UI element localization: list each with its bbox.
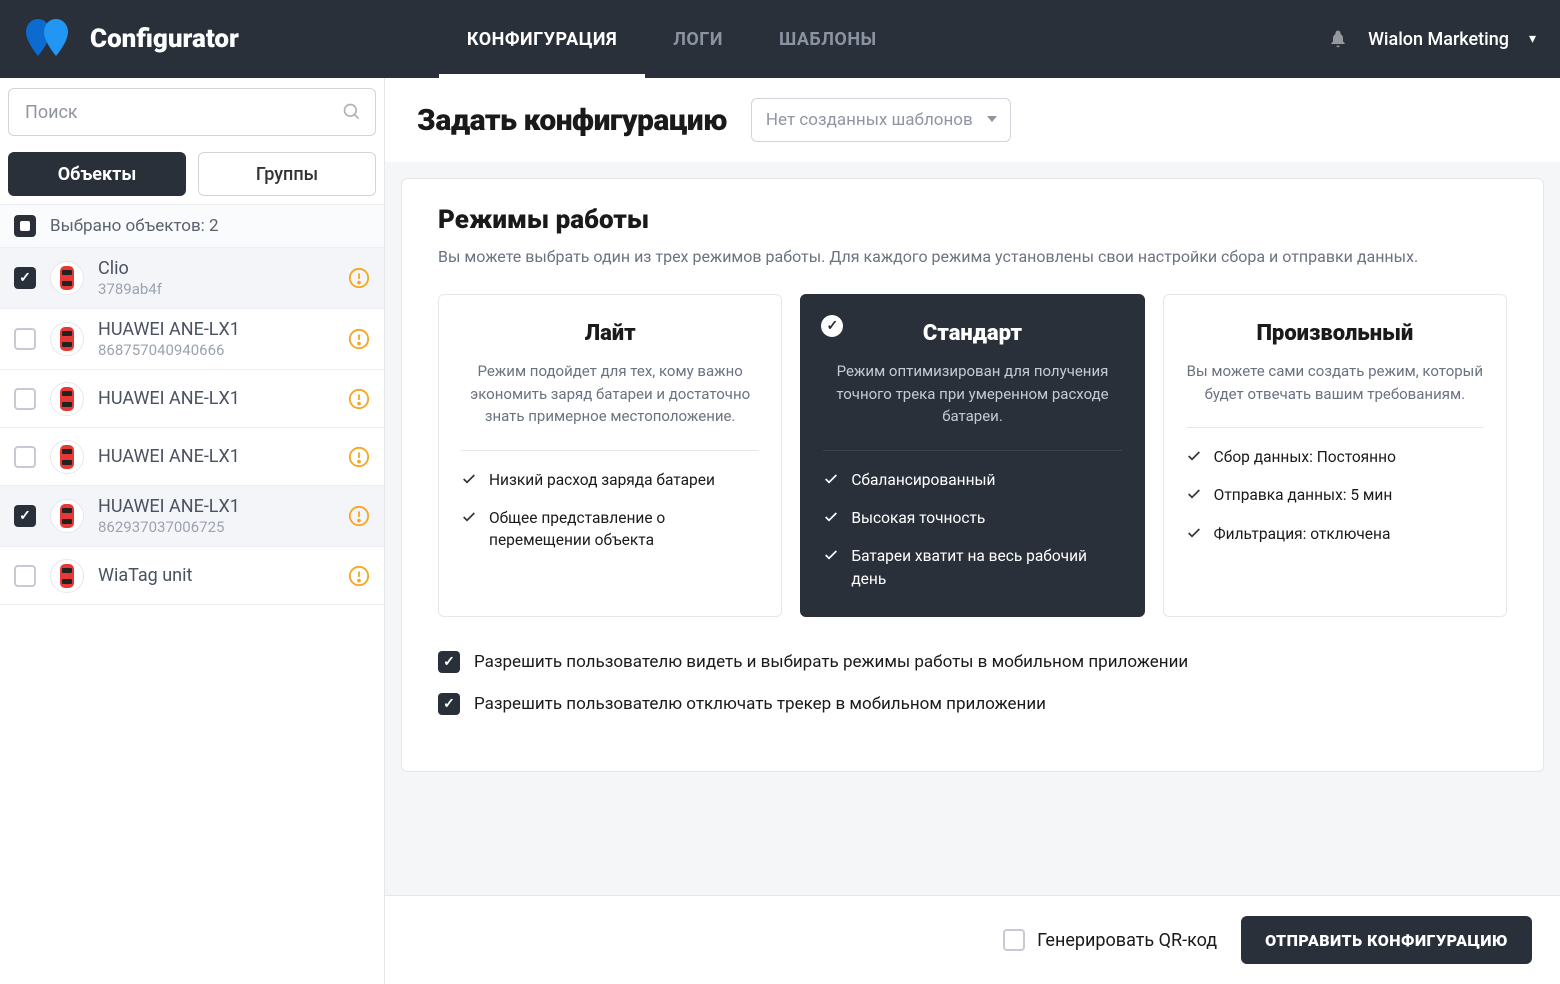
- sidebar: Объекты Группы Выбрано объектов: 2 Clio3…: [0, 78, 385, 984]
- car-icon: [50, 322, 84, 356]
- object-checkbox[interactable]: [14, 328, 36, 350]
- user-name[interactable]: Wialon Marketing: [1368, 29, 1509, 50]
- warning-icon: [348, 505, 370, 527]
- object-info: HUAWEI ANE-LX1868757040940666: [98, 319, 334, 359]
- modes-title: Режимы работы: [438, 205, 1507, 235]
- tab-objects[interactable]: Объекты: [8, 152, 186, 196]
- warning-icon: [348, 328, 370, 350]
- nav-tab-logs[interactable]: ЛОГИ: [645, 0, 751, 78]
- search-input[interactable]: [8, 88, 376, 136]
- object-checkbox[interactable]: [14, 446, 36, 468]
- send-config-button[interactable]: ОТПРАВИТЬ КОНФИГУРАЦИЮ: [1241, 916, 1532, 964]
- brand-name: Configurator: [90, 24, 239, 54]
- mode-card[interactable]: Произвольный Вы можете сами создать режим…: [1163, 294, 1507, 617]
- mode-description: Режим подойдет для тех, кому важно эконо…: [461, 360, 759, 451]
- warning-icon: [348, 446, 370, 468]
- select-all-checkbox[interactable]: [14, 215, 36, 237]
- nav-tab-templates[interactable]: ШАБЛОНЫ: [751, 0, 905, 78]
- object-info: HUAWEI ANE-LX1862937037006725: [98, 496, 334, 536]
- object-checkbox[interactable]: [14, 267, 36, 289]
- car-icon: [50, 499, 84, 533]
- permission-label: Разрешить пользователю отключать трекер …: [474, 694, 1046, 714]
- topbar: Configurator КОНФИГУРАЦИЯ ЛОГИ ШАБЛОНЫ W…: [0, 0, 1560, 78]
- warning-icon: [348, 388, 370, 410]
- object-name: Clio: [98, 258, 334, 279]
- mode-card[interactable]: Лайт Режим подойдет для тех, кому важно э…: [438, 294, 782, 617]
- mode-feature: Общее представление о перемещении объект…: [461, 507, 759, 552]
- object-name: HUAWEI ANE-LX1: [98, 496, 334, 517]
- object-row[interactable]: WiaTag unit: [0, 547, 384, 605]
- mode-feature: Батареи хватит на весь рабочий день: [823, 545, 1121, 590]
- object-row[interactable]: HUAWEI ANE-LX1868757040940666: [0, 309, 384, 370]
- object-info: WiaTag unit: [98, 565, 334, 586]
- object-id: 862937037006725: [98, 518, 334, 536]
- object-name: HUAWEI ANE-LX1: [98, 446, 334, 467]
- footer: Генерировать QR-код ОТПРАВИТЬ КОНФИГУРАЦ…: [385, 895, 1560, 984]
- selected-count: Выбрано объектов: 2: [50, 216, 219, 236]
- object-name: WiaTag unit: [98, 565, 334, 586]
- template-select[interactable]: Нет созданных шаблонов: [751, 98, 1011, 142]
- object-checkbox[interactable]: [14, 505, 36, 527]
- main-header: Задать конфигурацию Нет созданных шаблон…: [385, 78, 1560, 162]
- modes-row: Лайт Режим подойдет для тех, кому важно э…: [438, 294, 1507, 617]
- warning-icon: [348, 267, 370, 289]
- object-info: HUAWEI ANE-LX1: [98, 388, 334, 409]
- object-list: Clio3789ab4fHUAWEI ANE-LX186875704094066…: [0, 248, 384, 984]
- qr-label: Генерировать QR-код: [1037, 930, 1217, 951]
- main-panel: Задать конфигурацию Нет созданных шаблон…: [385, 78, 1560, 984]
- notifications-icon[interactable]: [1328, 29, 1348, 49]
- permissions: Разрешить пользователю видеть и выбирать…: [438, 651, 1507, 715]
- permission-label: Разрешить пользователю видеть и выбирать…: [474, 652, 1188, 672]
- object-name: HUAWEI ANE-LX1: [98, 388, 334, 409]
- main-nav: КОНФИГУРАЦИЯ ЛОГИ ШАБЛОНЫ: [439, 0, 905, 78]
- object-name: HUAWEI ANE-LX1: [98, 319, 334, 340]
- logo-icon: [24, 14, 74, 64]
- mode-feature: Фильтрация: отключена: [1186, 523, 1484, 545]
- search-icon: [342, 102, 362, 122]
- object-row[interactable]: Clio3789ab4f: [0, 248, 384, 309]
- car-icon: [50, 261, 84, 295]
- mode-feature: Сбор данных: Постоянно: [1186, 446, 1484, 468]
- permission-row: Разрешить пользователю отключать трекер …: [438, 693, 1507, 715]
- object-info: HUAWEI ANE-LX1: [98, 446, 334, 467]
- nav-tab-config[interactable]: КОНФИГУРАЦИЯ: [439, 0, 645, 78]
- mode-feature: Сбалансированный: [823, 469, 1121, 491]
- car-icon: [50, 382, 84, 416]
- mode-title: Лайт: [461, 321, 759, 346]
- mode-feature: Высокая точность: [823, 507, 1121, 529]
- object-checkbox[interactable]: [14, 565, 36, 587]
- object-info: Clio3789ab4f: [98, 258, 334, 298]
- qr-toggle[interactable]: Генерировать QR-код: [1003, 929, 1217, 951]
- permission-checkbox[interactable]: [438, 651, 460, 673]
- car-icon: [50, 440, 84, 474]
- user-area: Wialon Marketing ▾: [1328, 29, 1536, 50]
- mode-card[interactable]: Стандарт Режим оптимизирован для получени…: [800, 294, 1144, 617]
- mode-description: Вы можете сами создать режим, который бу…: [1186, 360, 1484, 428]
- warning-icon: [348, 565, 370, 587]
- object-checkbox[interactable]: [14, 388, 36, 410]
- modes-card: Режимы работы Вы можете выбрать один из …: [401, 178, 1544, 772]
- user-menu-chevron-icon[interactable]: ▾: [1529, 31, 1536, 47]
- mode-feature: Низкий расход заряда батареи: [461, 469, 759, 491]
- object-row[interactable]: HUAWEI ANE-LX1: [0, 370, 384, 428]
- mode-title: Произвольный: [1186, 321, 1484, 346]
- mode-title: Стандарт: [823, 321, 1121, 346]
- mode-feature: Отправка данных: 5 мин: [1186, 484, 1484, 506]
- object-id: 3789ab4f: [98, 280, 334, 298]
- tab-groups[interactable]: Группы: [198, 152, 376, 196]
- permission-checkbox[interactable]: [438, 693, 460, 715]
- object-id: 868757040940666: [98, 341, 334, 359]
- qr-checkbox[interactable]: [1003, 929, 1025, 951]
- object-row[interactable]: HUAWEI ANE-LX1862937037006725: [0, 486, 384, 547]
- brand-area: Configurator: [24, 14, 239, 64]
- modes-subtitle: Вы можете выбрать один из трех режимов р…: [438, 247, 1507, 266]
- object-row[interactable]: HUAWEI ANE-LX1: [0, 428, 384, 486]
- car-icon: [50, 559, 84, 593]
- mode-description: Режим оптимизирован для получения точног…: [823, 360, 1121, 451]
- permission-row: Разрешить пользователю видеть и выбирать…: [438, 651, 1507, 673]
- select-all-bar: Выбрано объектов: 2: [0, 204, 384, 248]
- page-title: Задать конфигурацию: [417, 103, 727, 138]
